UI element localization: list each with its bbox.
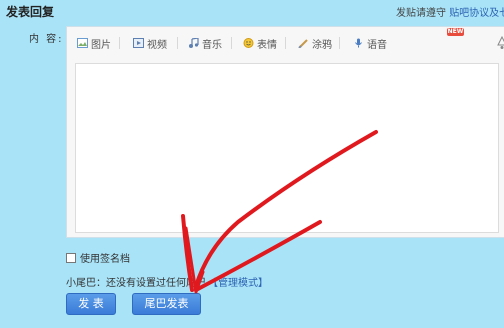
page-title: 发表回复 (6, 5, 55, 19)
image-icon (77, 38, 88, 48)
signature-label: 使用签名档 (80, 254, 130, 265)
emoji-icon (243, 38, 254, 48)
toolbar-voice-label: 语音 (367, 39, 387, 51)
toolbar-divider (119, 37, 120, 49)
toolbar-divider (231, 37, 232, 49)
toolbar-divider (177, 37, 178, 49)
tail-post-button[interactable]: 尾巴发表 (132, 293, 201, 315)
brush-icon (298, 39, 308, 48)
toolbar-voice-button[interactable]: 语音 (353, 36, 387, 51)
toolbar-video-label: 视频 (147, 39, 167, 51)
music-icon (189, 38, 199, 48)
manage-mode-link[interactable]: 【管理模式】 (208, 278, 268, 289)
reply-editor: 图片 视频 音乐 表情 涂鸦 语音 NEW (66, 26, 504, 238)
toolbar-music-button[interactable]: 音乐 (188, 36, 222, 51)
toolbar-image-label: 图片 (91, 39, 111, 51)
toolbar-divider (285, 37, 286, 49)
reply-textarea[interactable] (75, 63, 499, 233)
header: 发表回复 发贴请遵守 贴吧协议及七 (0, 0, 504, 22)
signature-option[interactable]: 使用签名档 (66, 250, 130, 265)
rules-link[interactable]: 贴吧协议及七 (449, 8, 504, 19)
tail-text: 小尾巴：还没有设置过任何尾巴 (66, 278, 206, 289)
toolbar-emoji-button[interactable]: 表情 (243, 36, 277, 51)
toolbar-doodle-label: 涂鸦 (312, 39, 332, 51)
toolbar-image-button[interactable]: 图片 (77, 36, 111, 51)
toolbar-video-button[interactable]: 视频 (133, 36, 167, 51)
new-badge: NEW (447, 28, 464, 36)
tail-setting: 小尾巴：还没有设置过任何尾巴 【管理模式】 (66, 274, 268, 289)
video-icon (133, 38, 144, 48)
toolbar-divider (339, 37, 340, 49)
microphone-icon (355, 38, 362, 48)
toolbar-doodle-button[interactable]: 涂鸦 (298, 36, 332, 51)
signature-checkbox[interactable] (66, 252, 76, 263)
more-tools-icon[interactable] (496, 36, 504, 50)
post-button[interactable]: 发 表 (66, 293, 116, 315)
rules-notice: 发贴请遵守 贴吧协议及七 (396, 4, 504, 19)
content-label: 内 容: (29, 34, 64, 45)
editor-toolbar: 图片 视频 音乐 表情 涂鸦 语音 NEW (67, 27, 504, 61)
toolbar-music-label: 音乐 (202, 39, 222, 51)
toolbar-emoji-label: 表情 (257, 39, 277, 51)
rules-prefix: 发贴请遵守 (396, 8, 446, 19)
